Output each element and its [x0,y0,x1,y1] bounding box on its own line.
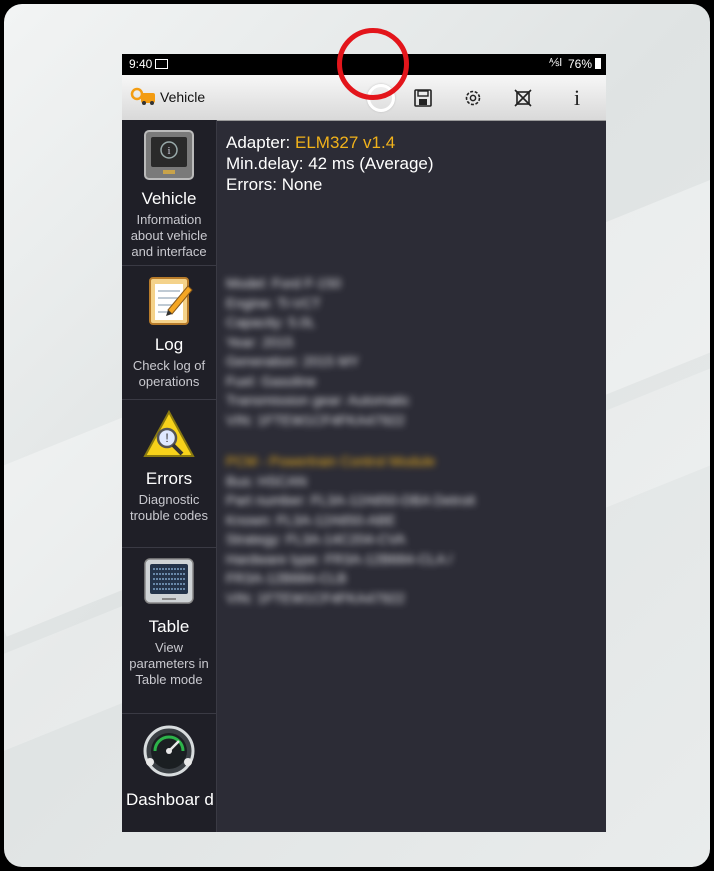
sidebar-item-desc: Information about vehicle and interface [130,212,208,259]
adapter-label: Adapter: [226,133,295,152]
status-time: 9:40 [129,57,153,71]
svg-text:i: i [167,145,170,157]
toolbar-title: Vehicle [160,89,206,105]
log-notepad-icon [149,277,193,325]
sidebar-item-desc: View parameters in Table mode [129,640,209,687]
blurred-line: Hardware type: FR3A-12B684-CLA / [226,550,453,567]
blurred-line: Generation: 2015 MY [226,353,360,369]
phone-screen: 9:40 ⅍l 76% Vehicle i i Vehicle Informat… [122,54,606,832]
blurred-line: Transmission gear: Automatic [226,392,410,408]
blurred-line: VIN: 1FTEW1CF4FKA47922 [226,411,405,428]
signal-icon: ⅍l [549,57,562,69]
sidebar-item-desc: Check log of operations [132,358,206,389]
table-monitor-icon [144,558,194,604]
sidebar-item-dashboard[interactable]: Dashboar d [122,714,216,832]
sidebar-item-table[interactable]: Table View parameters in Table mode [122,548,216,714]
battery-icon [595,58,601,69]
min-delay-line: Min.delay: 42 ms (Average) [226,154,434,173]
blurred-line: Capacity: 5.0L [226,314,316,330]
settings-gear-icon[interactable] [460,85,486,111]
warning-magnifier-icon: ! [143,409,195,457]
blurred-line: VIN: 1FTEW1CF4FKA47922 [226,589,405,606]
blurred-line: PCM - Powertrain Control Module [226,453,436,469]
blurred-line: Strategy: FL3A-14C204-CVA [226,531,406,547]
sidebar-item-label: Vehicle [141,189,197,208]
blurred-line: Fuel: Gasoline [226,372,317,389]
sidebar-item-log[interactable]: Log Check log of operations [122,266,216,400]
highlight-circle [337,28,409,100]
svg-text:!: ! [165,431,168,445]
blurred-line: Bus: HSCAN [226,472,307,489]
blurred-line: Known: FL3A-12A650-ABE [226,511,396,528]
sidebar-item-label: Table [148,617,190,636]
sidebar-item-vehicle[interactable]: i Vehicle Information about vehicle and … [122,120,216,266]
sidebar-item-label: Dashboar d [126,790,214,809]
blurred-line: FR3A-12B684-CLB [226,570,347,586]
blurred-vehicle-details: Model: Ford F-150 Engine: Ti-VCT Capacit… [226,274,475,608]
dashboard-gauge-icon [143,725,195,777]
vehicle-info-icon: i [144,130,194,180]
info-icon[interactable]: i [564,85,590,111]
sidebar-item-label: Errors [145,469,193,488]
image-notification-icon [155,59,168,69]
battery-level: 76% [567,57,592,71]
adapter-line: Adapter: ELM327 v1.4 [226,132,434,153]
blurred-line: Model: Ford F-150 [226,275,342,291]
sidebar: i Vehicle Information about vehicle and … [122,120,217,832]
save-icon[interactable] [410,85,436,111]
car-key-logo-icon[interactable] [130,87,158,107]
adapter-value: ELM327 v1.4 [295,133,396,152]
errors-line: Errors: None [226,175,323,194]
sidebar-item-errors[interactable]: ! Errors Diagnostic trouble codes [122,400,216,548]
sidebar-item-desc: Diagnostic trouble codes [129,492,209,523]
blurred-line: Engine: Ti-VCT [226,294,321,311]
blurred-line: Part number: FL3A-12A650-DBA Detroit [226,492,476,508]
blurred-line: Year: 2015 [226,333,294,350]
vehicle-info-panel: Adapter: ELM327 v1.4 Min.delay: 42 ms (A… [226,132,434,195]
disconnect-icon[interactable] [510,85,536,111]
sidebar-item-label: Log [154,335,184,354]
